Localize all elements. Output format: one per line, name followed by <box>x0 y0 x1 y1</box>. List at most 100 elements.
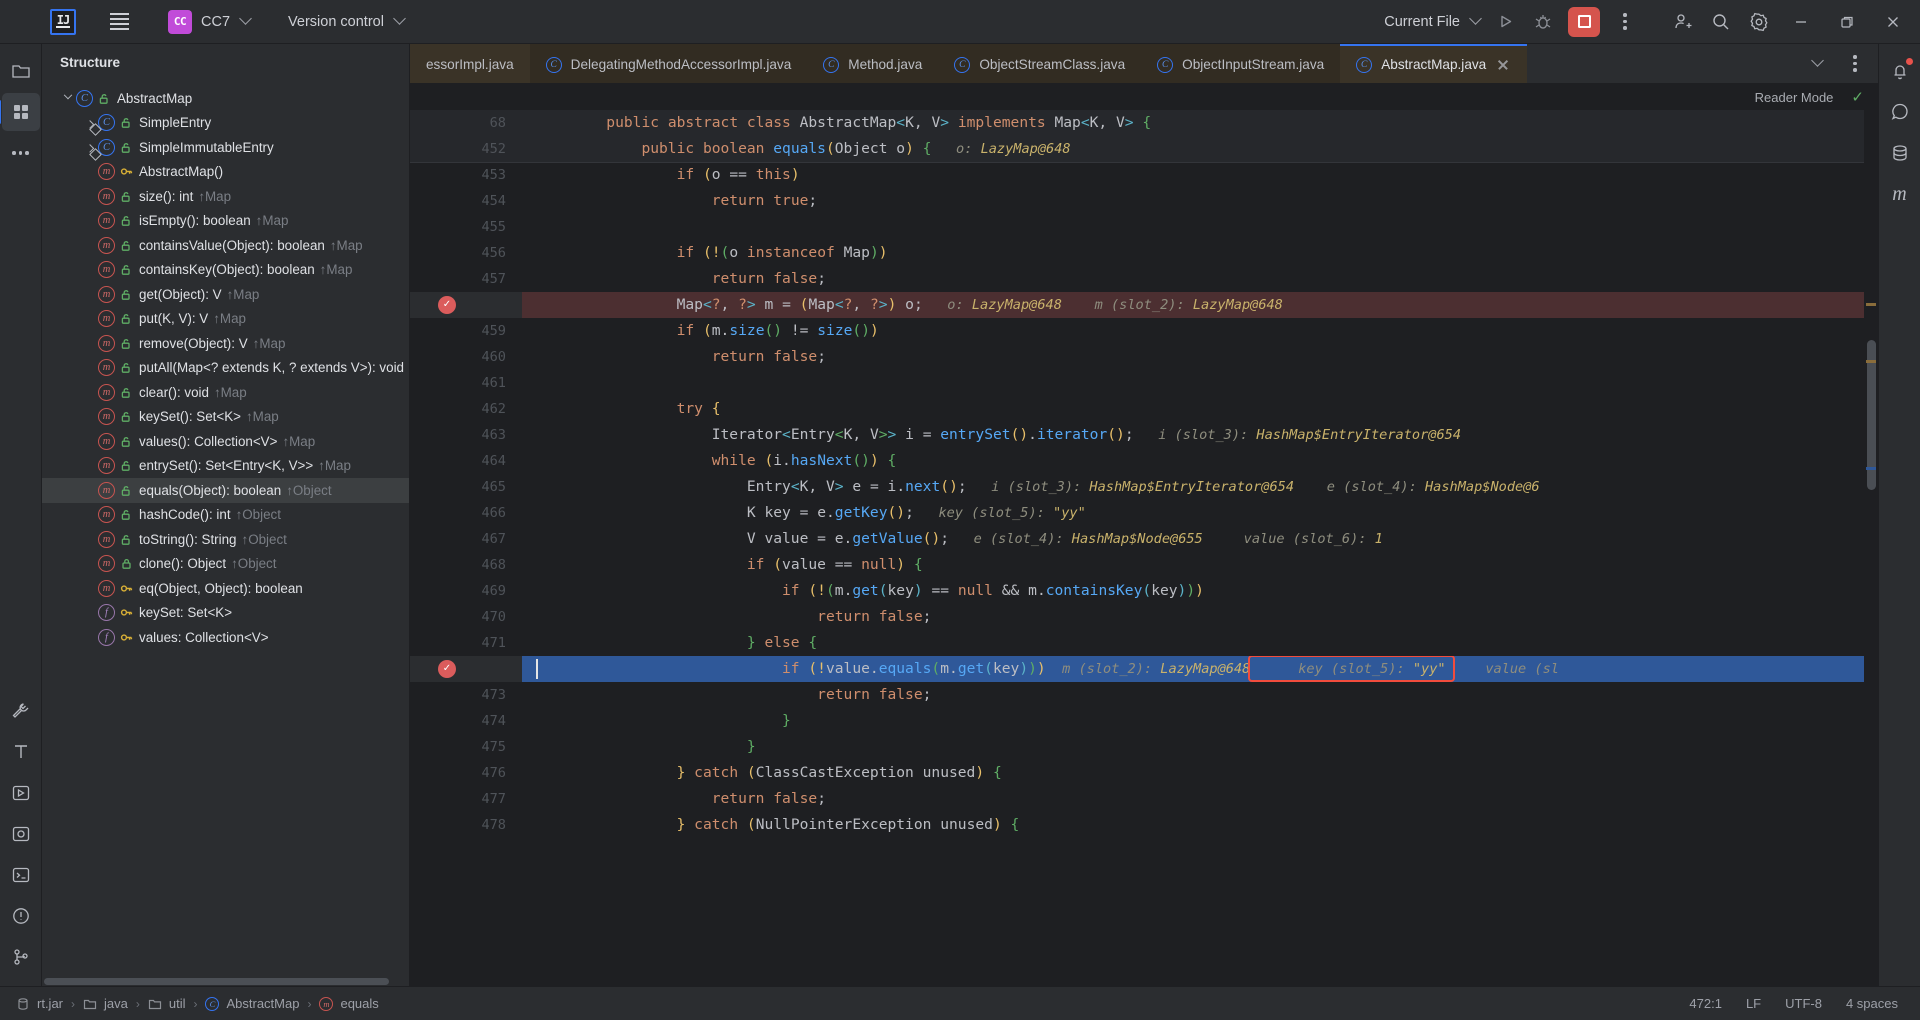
structure-item-equals[interactable]: m equals(Object): boolean ↑Object <box>42 478 409 503</box>
structure-item-eq[interactable]: m eq(Object, Object): boolean <box>42 576 409 601</box>
code-line[interactable]: 468 if (value == null) { <box>410 552 1878 578</box>
line-number-gutter[interactable]: 459 <box>410 318 522 344</box>
line-number-gutter[interactable]: 475 <box>410 734 522 760</box>
breadcrumb-item-abstractmap[interactable]: C AbstractMap <box>199 996 305 1011</box>
breadcrumb-item-equals[interactable]: m equals <box>313 996 384 1011</box>
structure-item-put[interactable]: m put(K, V): V ↑Map <box>42 307 409 332</box>
code-line[interactable]: 68 public abstract class AbstractMap<K, … <box>410 110 1878 136</box>
run-icon[interactable] <box>1488 6 1522 38</box>
line-number-gutter[interactable]: 452 <box>410 136 522 162</box>
line-number-gutter[interactable]: 454 <box>410 188 522 214</box>
line-number-gutter[interactable]: 469 <box>410 578 522 604</box>
structure-tool-icon[interactable] <box>0 93 40 131</box>
line-number-gutter[interactable]: 464 <box>410 448 522 474</box>
line-number-gutter[interactable]: 470 <box>410 604 522 630</box>
code-line[interactable]: 471 } else { <box>410 630 1878 656</box>
line-number-gutter[interactable]: 453 <box>410 162 522 188</box>
line-number-gutter[interactable]: 471 <box>410 630 522 656</box>
search-icon[interactable] <box>1704 6 1738 38</box>
code-line[interactable]: 461 <box>410 370 1878 396</box>
structure-item-keyset[interactable]: f keySet: Set<K> <box>42 601 409 626</box>
problems-tool-icon[interactable] <box>2 897 40 935</box>
code-line[interactable]: 454 return true; <box>410 188 1878 214</box>
line-number-gutter[interactable]: 476 <box>410 760 522 786</box>
code-line[interactable]: 473 return false; <box>410 682 1878 708</box>
code-line[interactable]: 466 K key = e.getKey(); key (slot_5): "y… <box>410 500 1878 526</box>
code-line[interactable]: 453 if (o == this) <box>410 162 1878 188</box>
caret-position[interactable]: 472:1 <box>1677 996 1734 1011</box>
line-number-gutter[interactable] <box>410 292 522 318</box>
editor-tab-method[interactable]: C Method.java <box>807 44 939 83</box>
maven-icon[interactable]: m <box>1881 175 1919 213</box>
line-number-gutter[interactable]: 465 <box>410 474 522 500</box>
line-number-gutter[interactable]: 456 <box>410 240 522 266</box>
line-number-gutter[interactable]: 477 <box>410 786 522 812</box>
code-line[interactable]: 456 if (!(o instanceof Map)) <box>410 240 1878 266</box>
code-line[interactable]: 460 return false; <box>410 344 1878 370</box>
inspections-ok-icon[interactable]: ✓ <box>1851 88 1864 106</box>
debug-icon[interactable] <box>1526 6 1560 38</box>
line-number-gutter[interactable]: 466 <box>410 500 522 526</box>
code-line[interactable]: 478 } catch (NullPointerException unused… <box>410 812 1878 838</box>
editor-tab-essorimpl[interactable]: essorImpl.java <box>410 44 530 83</box>
reader-mode-label[interactable]: Reader Mode <box>1755 90 1834 105</box>
breadcrumb-item-util[interactable]: util <box>142 996 192 1011</box>
terminal-tool-icon[interactable] <box>2 856 40 894</box>
line-number-gutter[interactable]: 478 <box>410 812 522 838</box>
line-number-gutter[interactable]: 460 <box>410 344 522 370</box>
tab-options-more-vertical-icon[interactable] <box>1838 48 1872 80</box>
ai-assistant-icon[interactable] <box>1881 93 1919 131</box>
project-selector[interactable]: CC CC7 <box>136 6 256 38</box>
code-line[interactable]: 475 } <box>410 734 1878 760</box>
structure-item-clone[interactable]: m clone(): Object ↑Object <box>42 552 409 577</box>
minimize-icon[interactable] <box>1778 0 1824 44</box>
structure-item-hashcode[interactable]: m hashCode(): int ↑Object <box>42 503 409 528</box>
project-tool-icon[interactable] <box>2 52 40 90</box>
todo-tool-icon[interactable] <box>2 733 40 771</box>
editor-tab-objectstreamclass[interactable]: C ObjectStreamClass.java <box>938 44 1142 83</box>
main-menu-icon[interactable] <box>102 7 136 37</box>
editor-tab-objectinputstream[interactable]: C ObjectInputStream.java <box>1141 44 1341 83</box>
line-number-gutter[interactable]: 457 <box>410 266 522 292</box>
more-tool-windows-icon[interactable] <box>2 134 40 172</box>
stop-button[interactable] <box>1568 6 1600 37</box>
structure-item-simpleentry[interactable]: C SimpleEntry <box>42 111 409 136</box>
line-number-gutter[interactable]: 474 <box>410 708 522 734</box>
run-configuration-selector[interactable]: Current File <box>1369 11 1486 33</box>
editor-tab-abstractmap[interactable]: C AbstractMap.java <box>1340 44 1528 83</box>
code-line[interactable]: 462 try { <box>410 396 1878 422</box>
notifications-bell-icon[interactable] <box>1881 52 1919 90</box>
breadcrumb-item-java[interactable]: java <box>77 996 134 1011</box>
run-tool-icon[interactable] <box>2 774 40 812</box>
code-line[interactable]: 476 } catch (ClassCastException unused) … <box>410 760 1878 786</box>
structure-item-entryset[interactable]: m entrySet(): Set<Entry<K, V>> ↑Map <box>42 454 409 479</box>
more-vertical-icon[interactable] <box>1608 6 1642 38</box>
build-tool-icon[interactable] <box>2 692 40 730</box>
structure-item-containsvalue[interactable]: m containsValue(Object): boolean ↑Map <box>42 233 409 258</box>
structure-item-remove[interactable]: m remove(Object): V ↑Map <box>42 331 409 356</box>
add-user-icon[interactable] <box>1666 6 1700 38</box>
structure-item-size[interactable]: m size(): int ↑Map <box>42 184 409 209</box>
structure-item-abstractmap[interactable]: C AbstractMap <box>42 86 409 111</box>
editor-vertical-scrollbar[interactable] <box>1864 110 1878 986</box>
code-line[interactable]: Map<?, ?> m = (Map<?, ?>) o; o: LazyMap@… <box>410 292 1878 318</box>
code-editor[interactable]: 453 if (o == this) 454 return true; 455 456… <box>410 110 1878 986</box>
structure-item-get[interactable]: m get(Object): V ↑Map <box>42 282 409 307</box>
code-line[interactable]: 469 if (!(m.get(key) == null && m.contai… <box>410 578 1878 604</box>
debug-tool-icon[interactable] <box>2 815 40 853</box>
file-encoding[interactable]: UTF-8 <box>1773 996 1834 1011</box>
code-line[interactable]: 474 } <box>410 708 1878 734</box>
code-line-current[interactable]: if (!value.equals(m.get(key))) m (slot_2… <box>410 656 1878 682</box>
structure-item-keyset[interactable]: m keySet(): Set<K> ↑Map <box>42 405 409 430</box>
chevron-down-icon[interactable] <box>60 86 76 111</box>
close-tab-icon[interactable] <box>1495 57 1511 73</box>
structure-item-values[interactable]: m values(): Collection<V> ↑Map <box>42 429 409 454</box>
breakpoint-icon[interactable] <box>438 660 456 678</box>
line-number-gutter[interactable] <box>410 656 522 682</box>
line-number-gutter[interactable]: 473 <box>410 682 522 708</box>
structure-item-clear[interactable]: m clear(): void ↑Map <box>42 380 409 405</box>
code-line[interactable]: 467 V value = e.getValue(); e (slot_4): … <box>410 526 1878 552</box>
database-icon[interactable] <box>1881 134 1919 172</box>
line-number-gutter[interactable]: 468 <box>410 552 522 578</box>
structure-tree[interactable]: C AbstractMap C SimpleEntry C SimpleImmutable… <box>42 80 409 986</box>
